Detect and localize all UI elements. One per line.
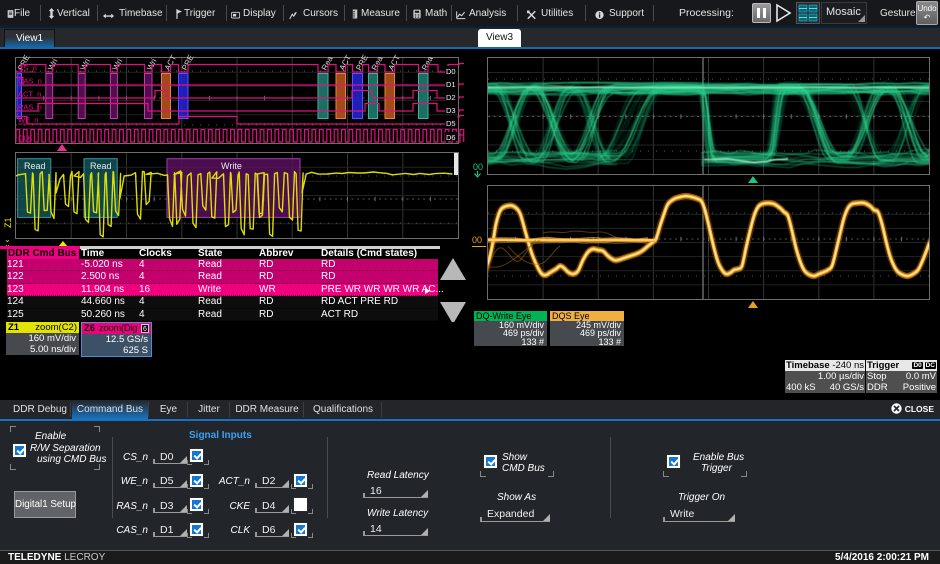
- svg-text:ACT_n: ACT_n: [18, 89, 41, 98]
- svg-text:D2: D2: [446, 93, 456, 102]
- svg-text:D1: D1: [446, 80, 456, 89]
- svg-text:D5: D5: [446, 119, 456, 128]
- svg-text:D0: D0: [446, 67, 456, 76]
- svg-text:D6: D6: [446, 133, 456, 142]
- svg-text:WE_n: WE_n: [18, 115, 38, 124]
- svg-text:Rea: Rea: [320, 54, 335, 72]
- svg-text:Write: Write: [221, 161, 242, 171]
- svg-text:D3: D3: [446, 106, 456, 115]
- svg-text:RAS_n: RAS_n: [18, 102, 42, 111]
- svg-text:Read: Read: [24, 161, 46, 171]
- svg-text:CAS_n: CAS_n: [18, 76, 42, 85]
- svg-text:Read: Read: [90, 161, 112, 171]
- svg-text:CS_n: CS_n: [18, 63, 37, 72]
- svg-text:6: 6: [143, 326, 147, 333]
- svg-text:CLK: CLK: [18, 133, 33, 142]
